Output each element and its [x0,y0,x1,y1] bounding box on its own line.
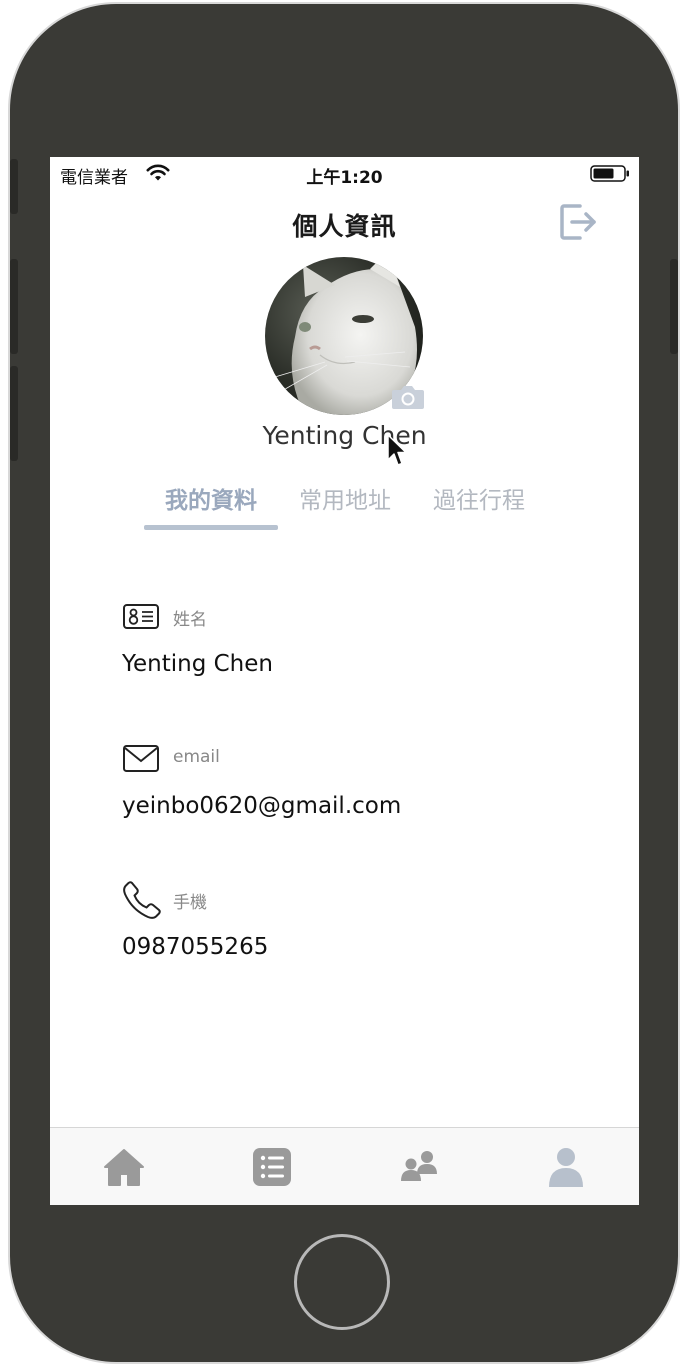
home-button[interactable] [294,1234,390,1330]
name-value: Yenting Chen [122,651,273,677]
mute-switch [10,159,18,214]
email-label: email [173,747,220,767]
power-button [670,259,678,354]
name-label: 姓名 [173,610,207,630]
tab-past-trips[interactable]: 過往行程 [412,475,546,529]
phone-icon [123,881,161,919]
id-card-icon [123,604,159,629]
email-value: yeinbo0620@gmail.com [122,793,402,819]
bottom-navigation [50,1127,639,1205]
user-name: Yenting Chen [262,421,427,450]
tab-saved-addresses[interactable]: 常用地址 [278,475,412,529]
profile-icon[interactable] [544,1146,588,1188]
volume-down-button [10,366,18,461]
phone-value: 0987055265 [122,934,269,960]
profile-tabs: 我的資料 常用地址 過往行程 [144,475,544,531]
logout-icon[interactable] [558,202,600,242]
mouse-cursor-icon [387,434,407,466]
home-icon[interactable] [102,1146,146,1188]
tab-my-info[interactable]: 我的資料 [144,475,278,529]
page-title: 個人資訊 [292,212,397,241]
active-tab-indicator [144,525,278,530]
friends-icon[interactable] [397,1146,441,1188]
envelope-icon [123,745,159,772]
app-screen: 電信業者 上午1:20 個人資訊 Yenting Chen 我的資料 常用地址 … [50,157,639,1205]
battery-icon [590,165,629,182]
camera-icon[interactable] [390,383,426,411]
phone-label: 手機 [173,893,207,913]
list-icon[interactable] [250,1146,294,1188]
status-bar: 電信業者 上午1:20 [50,157,639,189]
volume-up-button [10,259,18,354]
status-time: 上午1:20 [306,168,383,188]
